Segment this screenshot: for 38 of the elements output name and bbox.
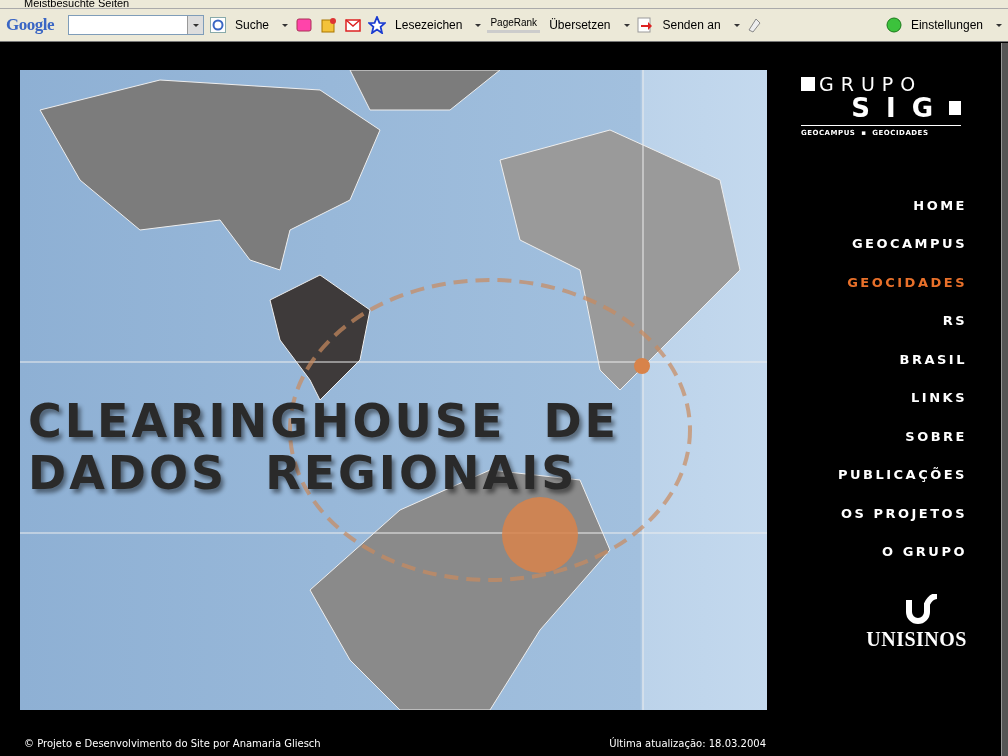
- nav-link[interactable]: LINKS: [785, 379, 967, 418]
- caret-icon[interactable]: [475, 23, 482, 27]
- translate-button[interactable]: Übersetzen: [546, 17, 614, 33]
- dropdown-arrow-icon[interactable]: [192, 23, 199, 27]
- square-icon: [949, 101, 961, 115]
- nav-link[interactable]: HOME: [785, 186, 967, 225]
- bookmarks-menu[interactable]: Lesezeichen: [392, 17, 466, 33]
- university-logo: UNISINOS: [866, 627, 967, 651]
- send-menu[interactable]: Senden an: [659, 17, 724, 33]
- caret-icon[interactable]: [282, 23, 289, 27]
- nav-link[interactable]: O GRUPO: [785, 533, 967, 572]
- search-field[interactable]: [68, 15, 204, 35]
- nav-link[interactable]: SOBRE: [785, 417, 967, 456]
- caret-icon[interactable]: [733, 23, 740, 27]
- nav-link[interactable]: GEOCAMPUS: [785, 225, 967, 264]
- settings-menu[interactable]: Einstellungen: [907, 17, 986, 33]
- caret-icon[interactable]: [623, 23, 630, 27]
- caret-icon[interactable]: [996, 23, 1002, 27]
- credit-text: © Projeto e Desenvolvimento do Site por Anamaria Gliesch: [24, 738, 321, 749]
- search-button[interactable]: Suche: [232, 17, 273, 33]
- mail-icon[interactable]: [344, 16, 363, 34]
- banner-title: DADOS REGIONAIS: [28, 447, 578, 499]
- logo-text: GRUPO: [819, 74, 923, 94]
- nav-link[interactable]: BRASIL: [785, 340, 967, 379]
- nav-link[interactable]: RS: [785, 302, 967, 341]
- banner-title: CLEARINGHOUSE DE: [28, 395, 620, 447]
- update-date: Última atualização: 18.03.2004: [609, 738, 766, 749]
- send-icon[interactable]: [635, 16, 654, 34]
- nav-link[interactable]: OS PROJETOS: [785, 494, 967, 533]
- pagerank-meter: PageRank: [487, 17, 541, 33]
- square-icon: [801, 77, 815, 91]
- star-icon[interactable]: [368, 16, 387, 34]
- nav-link[interactable]: GEOCIDADES: [785, 263, 967, 302]
- logo-text: SIG: [851, 94, 949, 122]
- google-logo: Google: [6, 15, 54, 35]
- nav-link[interactable]: PUBLICAÇÕES: [785, 456, 967, 495]
- bookmark-link[interactable]: Meistbesuchte Seiten: [24, 0, 130, 8]
- status-indicator-icon: [885, 17, 902, 33]
